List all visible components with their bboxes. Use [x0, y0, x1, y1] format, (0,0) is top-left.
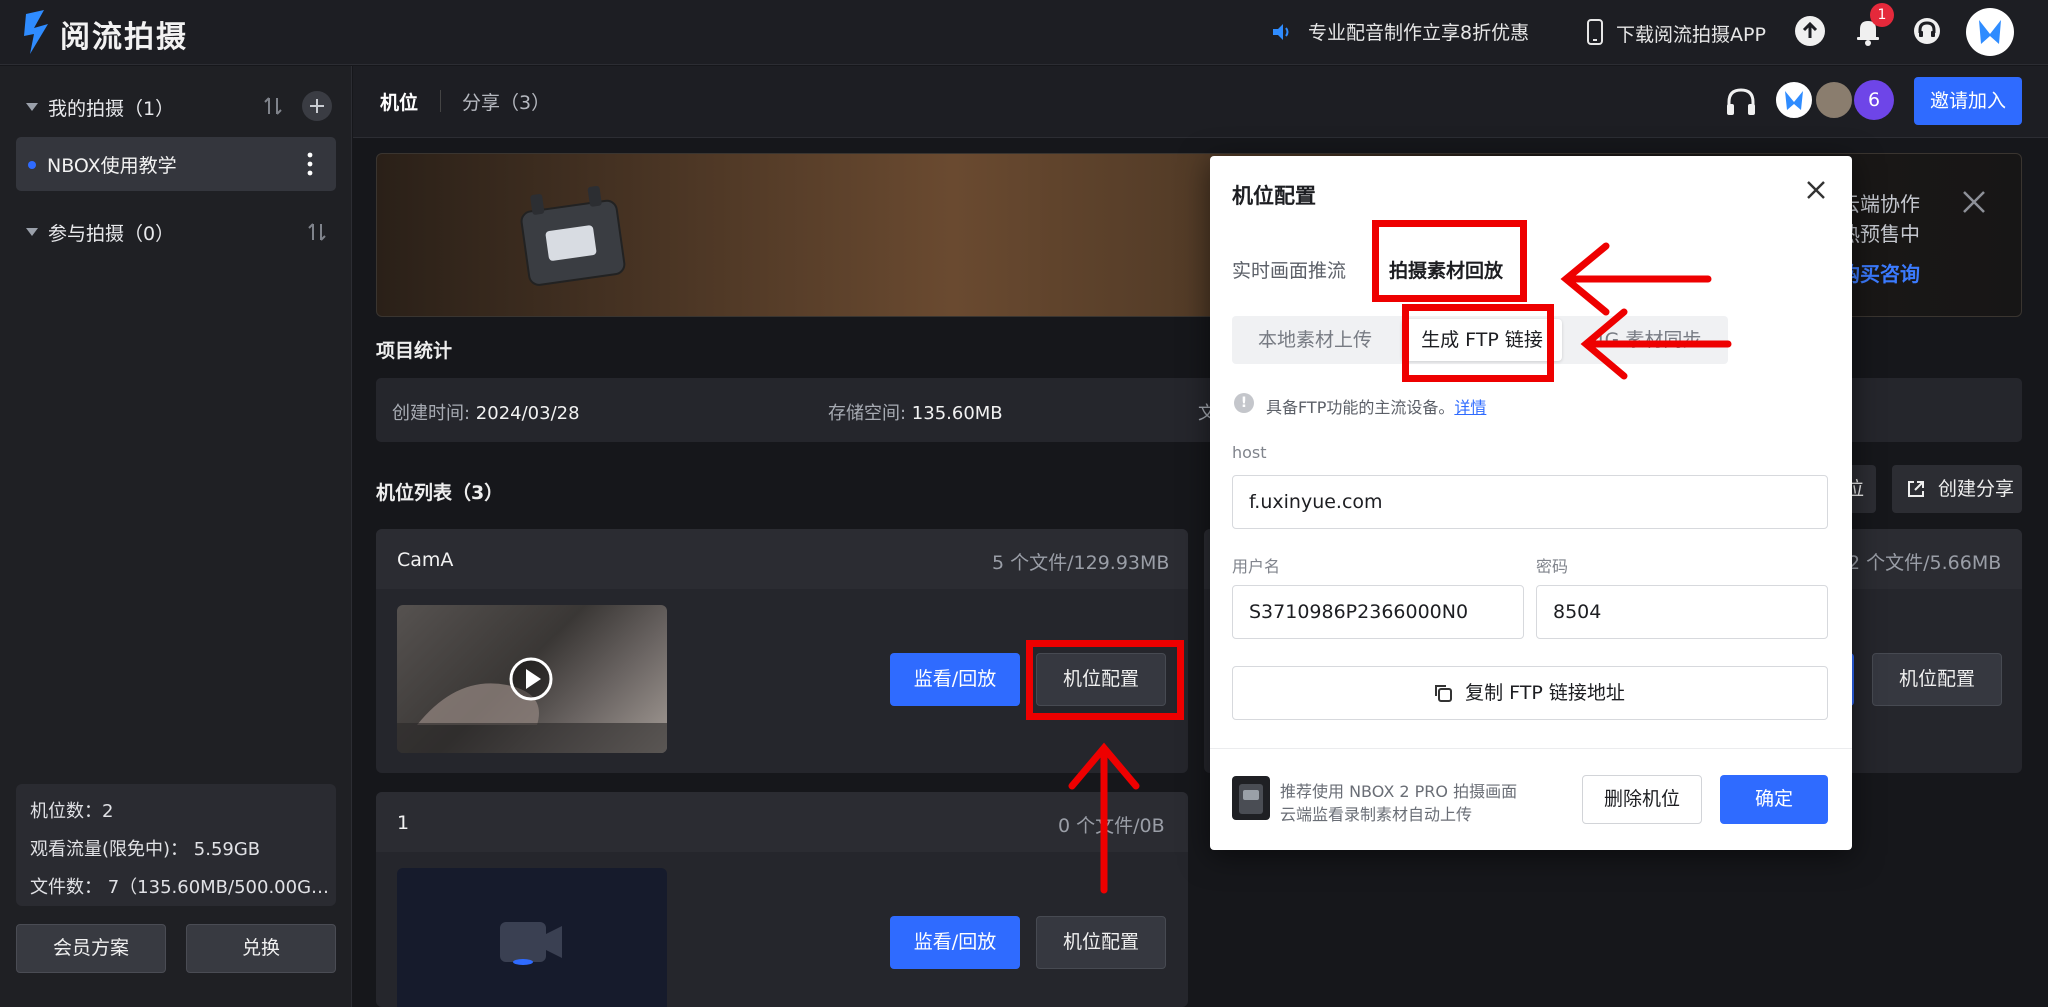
- monitor-playback-button[interactable]: 监看/回放: [890, 916, 1020, 969]
- membership-plans-button[interactable]: 会员方案: [16, 924, 166, 973]
- segment-local-upload[interactable]: 本地素材上传: [1232, 316, 1398, 364]
- camera-name: 1: [397, 812, 410, 834]
- copy-ftp-link-button[interactable]: 复制 FTP 链接地址: [1232, 666, 1828, 720]
- camera-placeholder-icon: [496, 916, 568, 968]
- speaker-icon: [1270, 20, 1294, 44]
- member-avatar[interactable]: [1814, 80, 1854, 120]
- nbox-device-thumbnail: [1232, 776, 1270, 820]
- camera-file-summary: 0 个文件/0B: [1058, 815, 1165, 837]
- sort-icon[interactable]: [262, 95, 284, 117]
- position-count: 机位数：2: [30, 801, 114, 822]
- invite-button[interactable]: 邀请加入: [1914, 77, 2022, 125]
- banner-close-icon[interactable]: [1960, 188, 1988, 216]
- segment-4g-sync[interactable]: 4G 素材同步: [1566, 316, 1728, 364]
- camera-file-summary: 2 个文件/5.66MB: [1848, 552, 2002, 574]
- notification-count-badge: 1: [1870, 3, 1894, 27]
- sort-icon[interactable]: [306, 221, 328, 243]
- camera-file-summary: 5 个文件/129.93MB: [992, 552, 1170, 574]
- created-time: 创建时间: 2024/03/28: [392, 403, 580, 424]
- upload-icon[interactable]: [1795, 16, 1825, 46]
- banner-text: 云端协作: [1840, 192, 1920, 216]
- active-dot: [28, 161, 36, 169]
- host-label: host: [1232, 443, 1267, 462]
- joined-shoots-heading[interactable]: 参与拍摄（0）: [48, 219, 174, 246]
- annotation-highlight-box: [1372, 220, 1527, 302]
- copy-icon: [1432, 682, 1454, 704]
- password-label: 密码: [1536, 557, 1569, 576]
- annotation-highlight-box: [1402, 304, 1554, 382]
- my-shoots-heading[interactable]: 我的拍摄（1）: [48, 94, 174, 121]
- storage-space: 存储空间: 135.60MB: [828, 403, 1003, 424]
- delete-position-button[interactable]: 删除机位: [1582, 775, 1702, 824]
- download-app-link[interactable]: 下载阅流拍摄APP: [1616, 20, 1766, 47]
- member-avatar[interactable]: [1774, 80, 1814, 120]
- password-field[interactable]: [1536, 585, 1828, 639]
- more-members-badge[interactable]: 6: [1854, 80, 1894, 120]
- promo-link[interactable]: 专业配音制作立享8折优惠: [1308, 18, 1529, 45]
- dialog-title: 机位配置: [1232, 184, 1316, 208]
- tab-positions[interactable]: 机位: [380, 88, 418, 115]
- app-logo-icon[interactable]: [22, 10, 52, 54]
- caret-down-icon[interactable]: [26, 103, 38, 111]
- redeem-button[interactable]: 兑换: [186, 924, 336, 973]
- file-count: 文件数： 7（135.60MB/500.00GB）: [30, 877, 336, 898]
- banner-text: 热预售中: [1840, 222, 1920, 246]
- monitor-playback-button[interactable]: 监看/回放: [890, 653, 1020, 706]
- position-config-button[interactable]: 机位配置: [1872, 653, 2002, 706]
- tab-live-stream[interactable]: 实时画面推流: [1232, 256, 1346, 283]
- storage-space-value: 135.60MB: [911, 403, 1003, 424]
- annotation-highlight-box: [1026, 640, 1184, 720]
- banner-consult-link[interactable]: 购买咨询: [1840, 258, 1920, 287]
- dialog-divider: [1210, 748, 1852, 749]
- details-link[interactable]: 详情: [1454, 398, 1486, 417]
- username-label: 用户名: [1232, 557, 1281, 576]
- add-project-button[interactable]: [302, 91, 332, 121]
- caret-down-icon[interactable]: [26, 228, 38, 236]
- host-field[interactable]: [1232, 475, 1828, 529]
- created-time-value: 2024/03/28: [475, 403, 580, 424]
- project-name[interactable]: NBOX使用教学: [47, 151, 177, 178]
- close-icon[interactable]: [1804, 178, 1828, 202]
- external-link-icon: [1906, 479, 1926, 499]
- user-avatar[interactable]: [1966, 8, 2014, 56]
- info-icon: !: [1234, 393, 1254, 413]
- username-field[interactable]: [1232, 585, 1524, 639]
- tab-divider: [440, 90, 441, 112]
- confirm-button[interactable]: 确定: [1720, 775, 1828, 824]
- camera-name: CamA: [397, 549, 454, 571]
- headset-icon[interactable]: [1912, 16, 1942, 46]
- nbox-device-image: [506, 176, 636, 296]
- recommendation-text: 云端监看录制素材自动上传: [1280, 805, 1473, 824]
- headphones-icon[interactable]: [1724, 86, 1758, 118]
- ftp-info-text: 具备FTP功能的主流设备。详情: [1266, 398, 1487, 417]
- project-stats-heading: 项目统计: [376, 340, 453, 362]
- play-icon[interactable]: [508, 656, 554, 702]
- phone-icon: [1586, 18, 1604, 46]
- traffic-usage: 观看流量(限免中)： 5.59GB: [30, 839, 261, 860]
- copy-ftp-link-label: 复制 FTP 链接地址: [1465, 682, 1625, 704]
- tab-share[interactable]: 分享（3）: [462, 88, 550, 115]
- recommendation-text: 推荐使用 NBOX 2 PRO 拍摄画面: [1280, 782, 1518, 801]
- app-brand-name[interactable]: 阅流拍摄: [60, 12, 188, 56]
- camera-list-heading: 机位列表（3）: [376, 482, 504, 504]
- more-vertical-icon[interactable]: [300, 150, 320, 178]
- position-config-button[interactable]: 机位配置: [1036, 916, 1166, 969]
